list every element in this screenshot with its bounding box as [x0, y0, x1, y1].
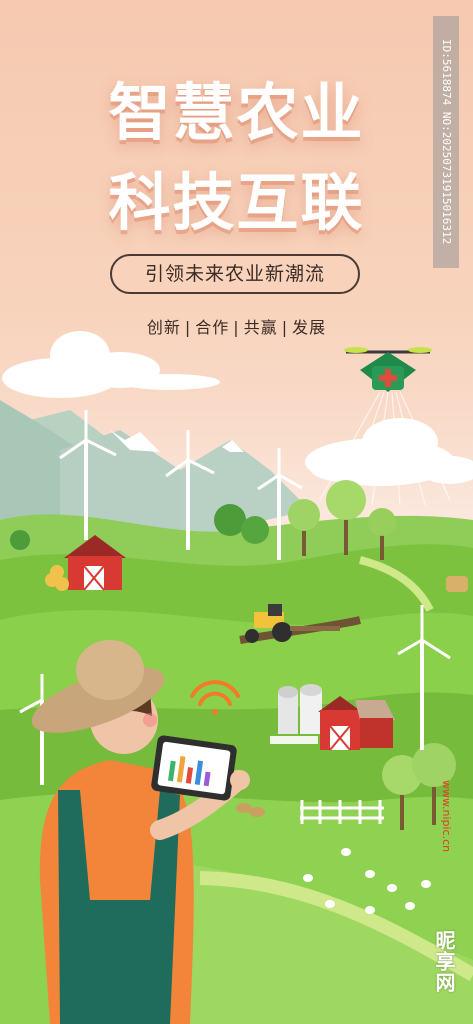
keyword-2: 合作: [195, 318, 230, 337]
title-line-1: 智慧农业: [108, 76, 365, 149]
keyword-row: 创新 | 合作 | 共赢 | 发展: [0, 314, 473, 338]
image-id-strip: ID:5618874 NO:20250731915016312: [433, 16, 459, 268]
watermark-logo: 昵享网: [432, 930, 456, 993]
watermark-url: www.nipic.cn: [440, 780, 453, 853]
title-line-2: 科技互联: [108, 166, 365, 239]
keyword-1: 创新: [146, 318, 181, 337]
keyword-separator: |: [184, 318, 192, 337]
keyword-separator: |: [233, 318, 240, 337]
keyword-separator: |: [281, 318, 289, 337]
drone-icon: [344, 347, 432, 392]
keyword-4: 发展: [292, 318, 327, 337]
cloud-right: [305, 418, 473, 486]
silo-icon: [278, 684, 322, 734]
slogan-pill: 引领未来农业新潮流: [110, 254, 360, 294]
poster: 智慧农业 科技互联 引领未来农业新潮流 创新 | 合作 | 共赢 | 发展 ID:56188…: [0, 0, 473, 1024]
keyword-3: 共赢: [243, 318, 278, 337]
cloud-left: [2, 331, 220, 398]
